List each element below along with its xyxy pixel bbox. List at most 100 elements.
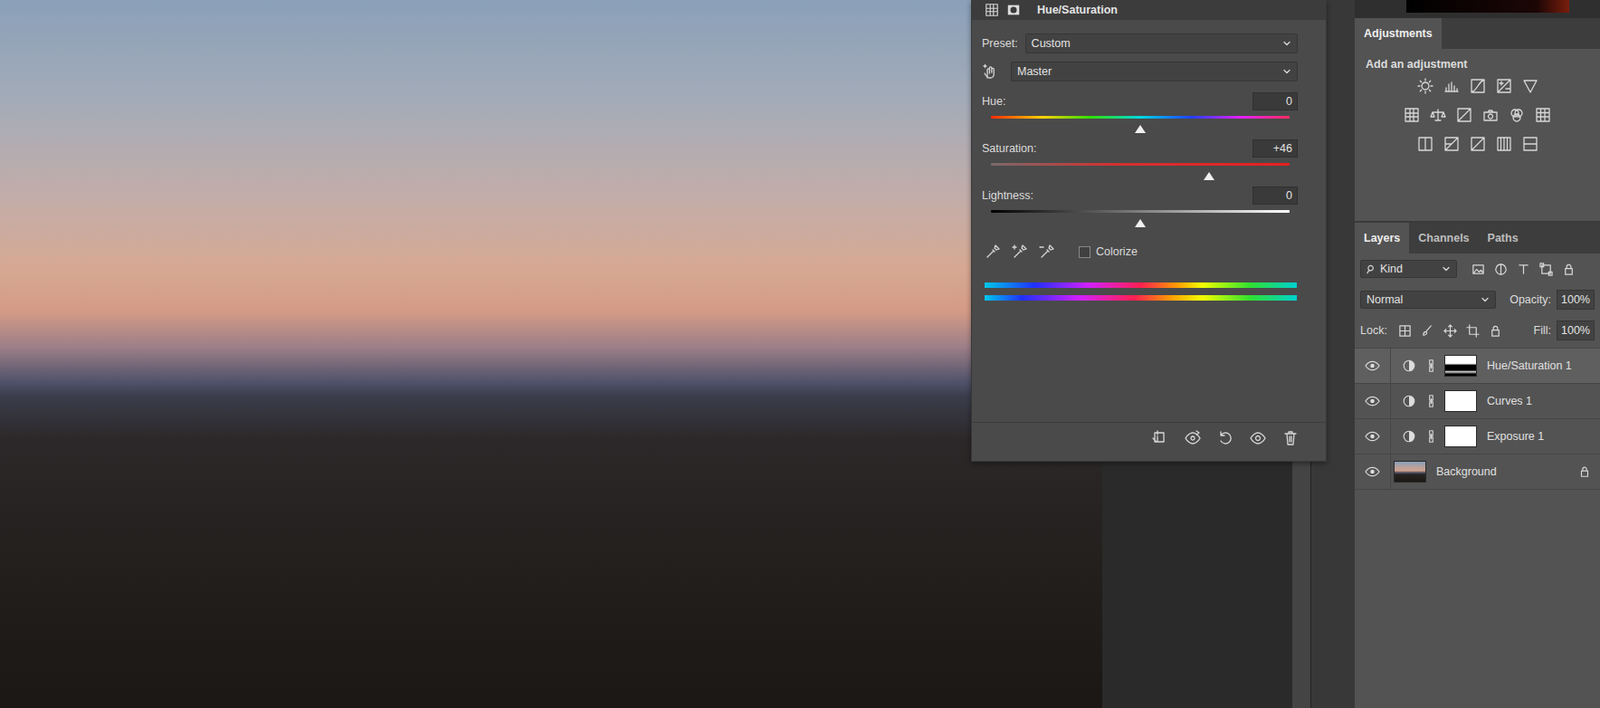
tools-row: Colorize	[981, 240, 1298, 263]
color-lookup-icon[interactable]	[1534, 106, 1552, 124]
colorize-box[interactable]	[1078, 246, 1091, 258]
type-filter-icon[interactable]	[1516, 262, 1531, 277]
adjustment-grid-icon[interactable]	[984, 2, 1000, 18]
filter-kind-select[interactable]: Kind	[1360, 259, 1458, 278]
saturation-value-field[interactable]: +46	[1252, 139, 1298, 158]
photo-filter-icon[interactable]	[1482, 106, 1499, 124]
clip-to-layer-icon[interactable]	[1152, 429, 1169, 447]
panel-tab[interactable]: Paths	[1478, 222, 1528, 254]
eye-icon[interactable]	[1364, 430, 1381, 442]
adjustments-tab[interactable]: Adjustments	[1354, 18, 1442, 49]
layer-row[interactable]: Hue/Saturation 1	[1354, 347, 1600, 383]
layer-mask-thumbnail[interactable]	[1444, 354, 1477, 377]
layer-image-thumbnail[interactable]	[1393, 460, 1427, 483]
layer-name[interactable]: Background	[1436, 465, 1497, 478]
hue-knob[interactable]	[1134, 124, 1146, 134]
targeted-adjustment-hand-icon[interactable]	[981, 63, 999, 80]
adjustment-icon-row	[1365, 135, 1590, 153]
layer-row[interactable]: Background	[1354, 453, 1600, 490]
eye-icon[interactable]	[1364, 395, 1381, 407]
opacity-label: Opacity:	[1509, 293, 1552, 306]
colorize-checkbox[interactable]: Colorize	[1078, 245, 1138, 258]
shape-filter-icon[interactable]	[1539, 262, 1553, 277]
layer-mask-thumbnail[interactable]	[1444, 390, 1477, 412]
lock-artboard-icon[interactable]	[1466, 323, 1480, 338]
visibility-toggle[interactable]	[1354, 419, 1391, 454]
exposure-icon[interactable]	[1495, 77, 1513, 95]
smart-object-filter-icon[interactable]	[1561, 262, 1576, 277]
layer-name[interactable]: Curves 1	[1486, 394, 1533, 408]
link-chain-icon[interactable]	[1427, 358, 1436, 373]
channel-mixer-icon[interactable]	[1508, 106, 1525, 124]
panel-tab[interactable]: Channels	[1409, 222, 1478, 254]
levels-icon[interactable]	[1443, 77, 1460, 95]
visibility-toggle[interactable]	[1354, 383, 1391, 419]
posterize-icon[interactable]	[1443, 135, 1460, 153]
color-balance-icon[interactable]	[1429, 106, 1447, 124]
properties-title: Hue/Saturation	[1037, 3, 1118, 17]
visibility-toggle[interactable]	[1354, 348, 1391, 383]
link-chain-icon[interactable]	[1427, 428, 1436, 444]
view-previous-icon[interactable]	[1184, 429, 1201, 447]
lock-transparency-icon[interactable]	[1398, 323, 1412, 338]
lock-row: Lock:Fill:100%	[1354, 314, 1600, 346]
lock-pixels-icon[interactable]	[1420, 323, 1435, 338]
adjustment-layer-icon	[1401, 393, 1417, 409]
properties-body: Preset:CustomMasterHue:0Saturation:+46Li…	[971, 19, 1326, 301]
selective-color-icon[interactable]	[1522, 135, 1539, 153]
visibility-icon[interactable]	[1249, 429, 1267, 447]
eyedropper-icon[interactable]	[984, 243, 1001, 260]
blend-row: Normal Opacity: 100%	[1354, 284, 1600, 315]
layer-row[interactable]: Exposure 1	[1354, 418, 1600, 454]
eyedropper-plus-icon[interactable]	[1011, 243, 1029, 260]
right-panels: AdjustmentsAdd an adjustmentLayersChanne…	[1354, 0, 1600, 708]
curves-icon[interactable]	[1469, 77, 1486, 95]
preset-select[interactable]: Custom	[1025, 33, 1298, 54]
channel-select[interactable]: Master	[1010, 61, 1298, 82]
hue-value-field[interactable]: 0	[1252, 92, 1298, 111]
reset-icon[interactable]	[1217, 429, 1234, 447]
black-white-icon[interactable]	[1456, 106, 1473, 124]
gradient-map-icon[interactable]	[1495, 135, 1513, 153]
hue-saturation-icon[interactable]	[1403, 106, 1420, 124]
mask-icon[interactable]	[1006, 2, 1021, 18]
layer-name[interactable]: Hue/Saturation 1	[1486, 359, 1572, 372]
chevron-down-icon	[1282, 38, 1292, 48]
properties-header[interactable]: Hue/Saturation	[971, 0, 1326, 20]
layer-row[interactable]: Curves 1	[1354, 382, 1600, 419]
adjustment-filter-icon[interactable]	[1494, 262, 1508, 277]
lock-all-icon[interactable]	[1488, 323, 1503, 338]
lightness-value-field[interactable]: 0	[1252, 186, 1298, 205]
brightness-icon[interactable]	[1417, 77, 1434, 95]
hue-track[interactable]	[990, 115, 1290, 136]
saturation-track[interactable]	[990, 162, 1290, 183]
panel-tab[interactable]: Layers	[1354, 222, 1410, 254]
eye-icon[interactable]	[1364, 360, 1381, 372]
properties-footer	[971, 421, 1326, 461]
visibility-toggle[interactable]	[1354, 454, 1391, 489]
layer-mask-thumbnail[interactable]	[1444, 425, 1477, 448]
input-spectrum-bar	[984, 282, 1297, 288]
saturation-knob[interactable]	[1203, 171, 1215, 181]
layer-name[interactable]: Exposure 1	[1486, 429, 1544, 443]
color-ramp[interactable]	[1406, 0, 1570, 13]
lightness-track[interactable]	[990, 209, 1290, 230]
trash-icon[interactable]	[1282, 429, 1299, 447]
hue-slider: Hue:0	[981, 92, 1298, 136]
saturation-slider: Saturation:+46	[981, 139, 1298, 183]
layer-filter-row: Kind	[1354, 253, 1600, 285]
threshold-icon[interactable]	[1469, 135, 1486, 153]
vibrance-icon[interactable]	[1522, 77, 1539, 95]
lightness-knob[interactable]	[1134, 219, 1146, 228]
lock-position-icon[interactable]	[1443, 323, 1458, 338]
fill-field[interactable]: 100%	[1556, 320, 1595, 341]
invert-icon[interactable]	[1417, 135, 1434, 153]
link-chain-icon[interactable]	[1427, 393, 1436, 409]
blend-mode-select[interactable]: Normal	[1360, 290, 1496, 309]
eye-icon[interactable]	[1364, 466, 1381, 477]
opacity-field[interactable]: 100%	[1556, 289, 1595, 310]
lock-icon	[1578, 465, 1591, 478]
photoshop-window: Hue/SaturationPreset:CustomMasterHue:0Sa…	[0, 0, 1600, 708]
eyedropper-minus-icon[interactable]	[1038, 243, 1056, 260]
pixel-filter-icon[interactable]	[1471, 262, 1486, 277]
